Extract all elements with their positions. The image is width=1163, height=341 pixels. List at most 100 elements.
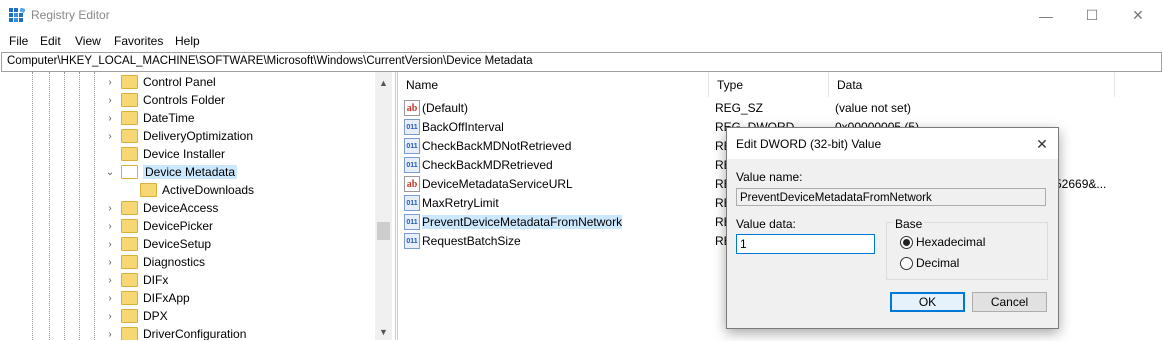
value-data: (value not set) [835,101,912,115]
key-tree-pane: › Control Panel › Controls Folder › DateTime ›… [1,72,396,340]
folder-icon [121,309,138,323]
binary-value-icon: 011 [404,138,420,154]
tree-item-label: Control Panel [143,75,216,89]
chevron-right-icon[interactable]: › [103,95,117,106]
chevron-right-icon[interactable]: › [103,275,117,286]
ok-button[interactable]: OK [890,292,965,312]
cancel-button[interactable]: Cancel [972,292,1047,312]
tree-item[interactable]: › DevicePicker [103,217,213,235]
value-data-label: Value data: [736,217,796,231]
tree-item-label: ActiveDownloads [162,183,255,197]
chevron-right-icon[interactable]: › [103,329,117,340]
dialog-title: Edit DWORD (32-bit) Value [736,137,882,151]
tree-item[interactable]: › DriverConfiguration [103,325,246,340]
folder-icon [121,237,138,251]
folder-icon [121,93,138,107]
folder-icon [121,129,138,143]
edit-dword-dialog: Edit DWORD (32-bit) Value ✕ Value name: … [726,127,1059,329]
tree-item[interactable]: › DPX [103,307,168,325]
tree-item[interactable]: › DeliveryOptimization [103,127,253,145]
registry-editor-app-icon [9,8,25,22]
value-name: CheckBackMDRetrieved [422,158,553,172]
minimize-button[interactable]: — [1023,0,1069,31]
menu-view[interactable]: View [75,34,101,48]
address-bar[interactable]: Computer\HKEY_LOCAL_MACHINE\SOFTWARE\Mic… [1,52,1162,72]
chevron-down-icon[interactable]: ⌄ [103,167,117,178]
folder-icon [121,111,138,125]
value-name-field: PreventDeviceMetadataFromNetwork [736,188,1046,206]
tree-item[interactable]: › Diagnostics [103,253,205,271]
hexadecimal-radio[interactable] [900,236,913,249]
menu-edit[interactable]: Edit [40,34,61,48]
value-name: BackOffInterval [422,120,504,134]
scroll-up-arrow-icon[interactable]: ▲ [375,74,392,91]
decimal-radio[interactable] [900,257,913,270]
menu-help[interactable]: Help [175,34,200,48]
tree-item[interactable]: ActiveDownloads [122,181,254,199]
tree-item[interactable]: › Control Panel [103,73,216,91]
tree-item-label: DPX [143,309,168,323]
dialog-close-icon[interactable]: ✕ [1032,134,1052,154]
tree-item-label: DeliveryOptimization [143,129,254,143]
value-type: REG_SZ [715,101,764,115]
tree-item-label: DateTime [143,111,195,125]
column-header-data[interactable]: Data [829,72,1115,97]
value-name: DeviceMetadataServiceURL [422,177,573,191]
chevron-right-icon[interactable]: › [103,311,117,322]
scroll-down-arrow-icon[interactable]: ▼ [375,323,392,340]
chevron-right-icon[interactable]: › [103,293,117,304]
value-data-input[interactable]: 1 [736,234,875,254]
chevron-right-icon[interactable]: › [103,221,117,232]
tree-item[interactable]: › DeviceAccess [103,199,218,217]
chevron-right-icon[interactable]: › [103,203,117,214]
chevron-right-icon[interactable]: › [103,113,117,124]
value-name: MaxRetryLimit [422,196,499,210]
chevron-right-icon[interactable]: › [103,257,117,268]
dialog-title-bar: Edit DWORD (32-bit) Value ✕ [727,128,1058,159]
tree-item[interactable]: › DateTime [103,109,195,127]
column-header-type[interactable]: Type [709,72,829,97]
tree-item[interactable]: › DIFx [103,271,168,289]
title-bar: Registry Editor — ☐ ✕ [0,0,1163,31]
chevron-right-icon[interactable]: › [103,77,117,88]
value-row[interactable]: ab (Default) REG_SZ (value not set) [398,98,1163,117]
column-header-name[interactable]: Name [398,72,709,97]
tree-item[interactable]: › Controls Folder [103,91,225,109]
value-data: 52669&... [1055,177,1107,191]
value-name-label: Value name: [736,170,803,184]
value-name: (Default) [422,101,469,115]
tree-item[interactable]: › DIFxApp [103,289,190,307]
tree-item-label: Diagnostics [143,255,206,269]
decimal-label[interactable]: Decimal [916,256,959,270]
scroll-thumb[interactable] [377,222,390,240]
binary-value-icon: 011 [404,119,420,135]
value-name: CheckBackMDNotRetrieved [422,139,572,153]
address-path: Computer\HKEY_LOCAL_MACHINE\SOFTWARE\Mic… [7,55,533,67]
tree-item-label: DeviceSetup [143,237,212,251]
tree-item-label: DIFx [143,273,169,287]
base-group-label: Base [893,217,925,231]
value-name: PreventDeviceMetadataFromNetwork [422,215,623,229]
menu-file[interactable]: File [9,34,28,48]
maximize-button[interactable]: ☐ [1069,0,1115,31]
close-button[interactable]: ✕ [1115,0,1161,31]
binary-value-icon: 011 [404,157,420,173]
folder-icon [121,165,138,179]
hexadecimal-label[interactable]: Hexadecimal [916,235,985,249]
tree-item-label: Controls Folder [143,93,226,107]
chevron-right-icon[interactable]: › [103,131,117,142]
folder-icon [121,291,138,305]
menu-favorites[interactable]: Favorites [114,34,163,48]
tree-item[interactable]: Device Installer [103,145,225,163]
chevron-right-icon[interactable]: › [103,239,117,250]
tree-item[interactable]: ⌄ Device Metadata [103,163,238,181]
tree-item-label: DIFxApp [143,291,190,305]
binary-value-icon: 011 [404,195,420,211]
menu-bar: File Edit View Favorites Help [0,31,1163,51]
binary-value-icon: 011 [404,233,420,249]
window-title: Registry Editor [31,8,110,22]
tree-item[interactable]: › DeviceSetup [103,235,211,253]
tree-vertical-scrollbar[interactable]: ▲ ▼ [375,72,392,340]
string-value-icon: ab [404,100,420,116]
folder-icon [121,273,138,287]
